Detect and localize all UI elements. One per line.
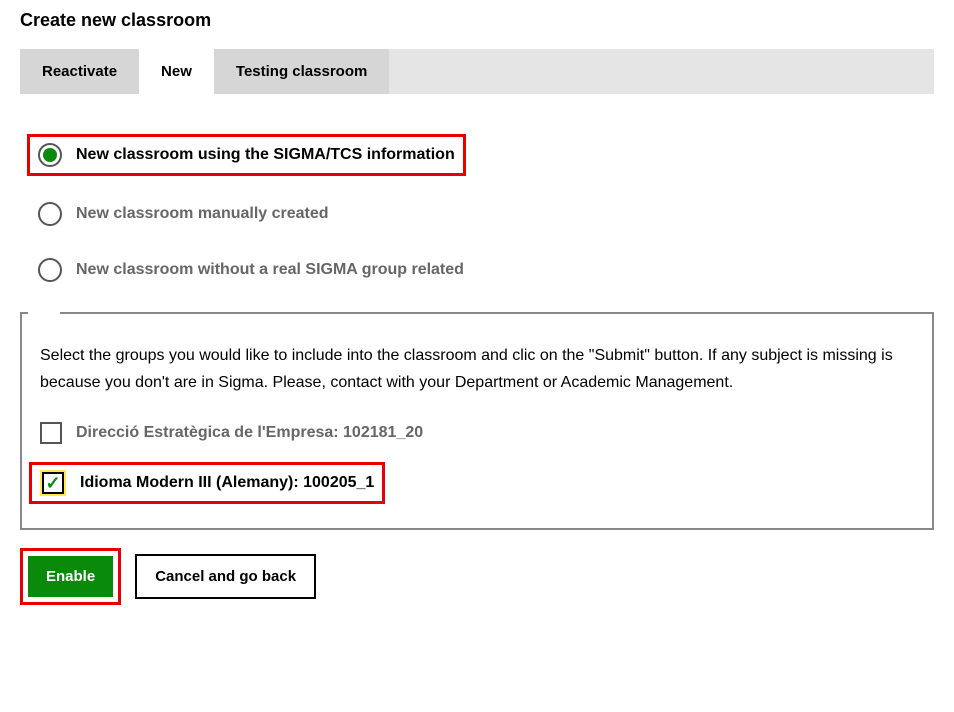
radio-icon <box>38 143 62 167</box>
cancel-button[interactable]: Cancel and go back <box>135 554 316 599</box>
group-label-2: Idioma Modern III (Alemany): 100205_1 <box>80 474 374 492</box>
group-row-1[interactable]: Direcció Estratègica de l'Empresa: 10218… <box>40 422 914 444</box>
radio-sigma-row[interactable]: New classroom using the SIGMA/TCS inform… <box>27 134 466 176</box>
radio-manual-row[interactable]: New classroom manually created <box>38 202 934 226</box>
radio-icon <box>38 202 62 226</box>
radio-manual-label: New classroom manually created <box>76 205 329 223</box>
radio-icon <box>38 258 62 282</box>
tab-new[interactable]: New <box>139 49 214 94</box>
radio-norel-label: New classroom without a real SIGMA group… <box>76 261 464 279</box>
page-title: Create new classroom <box>20 10 934 31</box>
radio-sigma-label: New classroom using the SIGMA/TCS inform… <box>76 146 455 164</box>
enable-button[interactable]: Enable <box>28 556 113 597</box>
radio-norel-row[interactable]: New classroom without a real SIGMA group… <box>38 258 934 282</box>
tab-reactivate[interactable]: Reactivate <box>20 49 139 94</box>
checkbox-highlight: ✓ <box>40 470 66 496</box>
group-row-2[interactable]: ✓ Idioma Modern III (Alemany): 100205_1 <box>29 462 385 504</box>
radio-group: New classroom using the SIGMA/TCS inform… <box>20 134 934 282</box>
checkbox-icon[interactable]: ✓ <box>42 472 64 494</box>
group-label-1: Direcció Estratègica de l'Empresa: 10218… <box>76 424 423 442</box>
help-text: Select the groups you would like to incl… <box>40 342 914 396</box>
tab-testing[interactable]: Testing classroom <box>214 49 389 94</box>
checkbox-icon[interactable] <box>40 422 62 444</box>
enable-button-highlight: Enable <box>20 548 121 605</box>
checkmark-icon: ✓ <box>45 474 60 492</box>
groups-fieldset: Select the groups you would like to incl… <box>20 312 934 530</box>
tabs-bar: Reactivate New Testing classroom <box>20 49 934 94</box>
button-row: Enable Cancel and go back <box>20 548 934 605</box>
